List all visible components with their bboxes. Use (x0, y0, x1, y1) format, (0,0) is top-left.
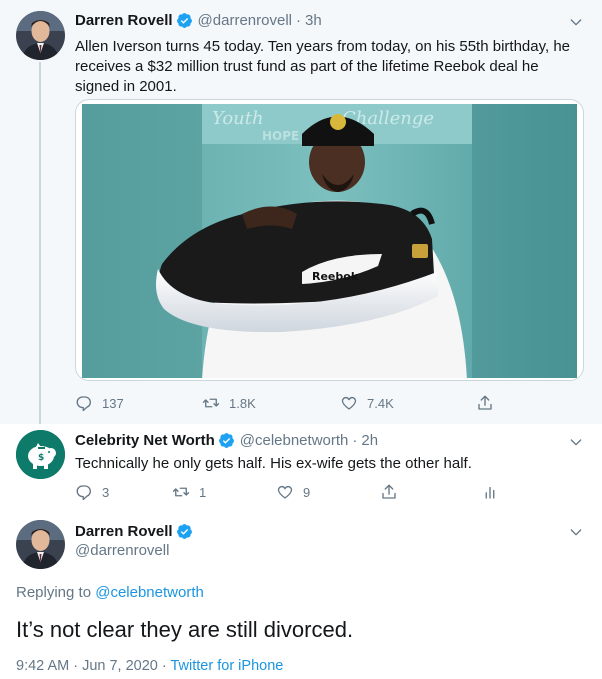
tweet-text: Allen Iverson turns 45 today. Ten years … (75, 38, 570, 95)
reply-button[interactable]: 137 (75, 394, 202, 412)
author-name[interactable]: Celebrity Net Worth (75, 432, 215, 449)
tweet-actions: 3 1 9 (75, 483, 508, 501)
tweet-darren-rovell-original[interactable]: Darren Rovell @darrenrovell · 3h Allen I… (0, 0, 602, 424)
verified-badge-icon (176, 524, 192, 539)
tweet-photo[interactable]: Youth Challenge HOPE CENTER Reebok (82, 104, 577, 378)
tweet-meta: 9:42 AM · Jun 7, 2020 · Twitter for iPho… (16, 658, 283, 674)
verified-badge-icon (218, 433, 234, 448)
separator-dot: · (352, 432, 358, 449)
tweet-timestamp[interactable]: 9:42 AM · Jun 7, 2020 · (16, 658, 171, 674)
tweet-header: Celebrity Net Worth @celebnetworth · 2h (75, 432, 378, 449)
like-icon (341, 396, 357, 410)
tweet-source-link[interactable]: Twitter for iPhone (171, 658, 284, 674)
share-button[interactable] (380, 483, 481, 501)
chevron-down-icon[interactable] (568, 434, 584, 450)
retweet-button[interactable]: 1.8K (202, 394, 340, 412)
like-button[interactable]: 9 (276, 483, 380, 501)
verified-badge-icon (176, 13, 192, 28)
tweet-darren-rovell-reply: Darren Rovell @darrenrovell Replying to … (0, 514, 602, 679)
like-count: 7.4K (367, 395, 394, 411)
like-icon (277, 485, 293, 499)
svg-text:Reebok: Reebok (312, 270, 359, 283)
thread-line (39, 62, 41, 424)
avatar[interactable] (16, 11, 65, 60)
tweet-text: It’s not clear they are still divorced. (16, 617, 354, 642)
retweet-count: 1 (199, 484, 207, 500)
share-icon (478, 395, 492, 410)
reply-count: 137 (102, 395, 124, 411)
replying-to: Replying to @celebnetworth (16, 584, 204, 601)
svg-text:$: $ (38, 453, 44, 463)
analytics-icon (485, 486, 495, 499)
reply-button[interactable]: 3 (75, 483, 172, 501)
tweet-header: Darren Rovell @darrenrovell · 3h (75, 12, 322, 29)
author-name[interactable]: Darren Rovell (75, 523, 173, 540)
retweet-icon (172, 487, 190, 497)
share-icon (382, 484, 396, 499)
separator-dot: · (295, 12, 301, 29)
chevron-down-icon[interactable] (568, 524, 584, 540)
svg-text:Youth: Youth (212, 108, 264, 129)
tweet-actions: 137 1.8K 7.4K (75, 394, 503, 412)
tweet-media[interactable]: Youth Challenge HOPE CENTER Reebok (75, 99, 584, 381)
tweet-time[interactable]: 3h (305, 12, 322, 29)
share-button[interactable] (476, 394, 503, 412)
retweet-icon (202, 398, 220, 408)
retweet-button[interactable]: 1 (172, 483, 276, 501)
like-button[interactable]: 7.4K (340, 394, 476, 412)
author-name[interactable]: Darren Rovell (75, 12, 173, 29)
author-handle[interactable]: @celebnetworth (240, 432, 349, 449)
chevron-down-icon[interactable] (568, 14, 584, 30)
reply-count: 3 (102, 484, 110, 500)
retweet-count: 1.8K (229, 395, 256, 411)
avatar[interactable] (16, 520, 65, 569)
analytics-button[interactable] (481, 483, 508, 501)
replying-to-handle-link[interactable]: @celebnetworth (95, 584, 204, 601)
tweet-celebrity-net-worth[interactable]: $ Celebrity Net Worth @celebnetworth · 2… (0, 424, 602, 514)
reply-icon (76, 396, 91, 412)
author-handle[interactable]: @darrenrovell (75, 542, 198, 559)
tweet-time[interactable]: 2h (361, 432, 378, 449)
like-count: 9 (303, 484, 311, 500)
avatar[interactable]: $ (16, 430, 65, 479)
reply-icon (76, 485, 91, 501)
author-handle[interactable]: @darrenrovell (198, 12, 292, 29)
piggy-bank-icon: $ (16, 430, 65, 479)
tweet-text: Technically he only gets half. His ex-wi… (75, 455, 472, 472)
replying-to-label: Replying to (16, 584, 92, 601)
tweet-header: Darren Rovell @darrenrovell (75, 523, 198, 559)
